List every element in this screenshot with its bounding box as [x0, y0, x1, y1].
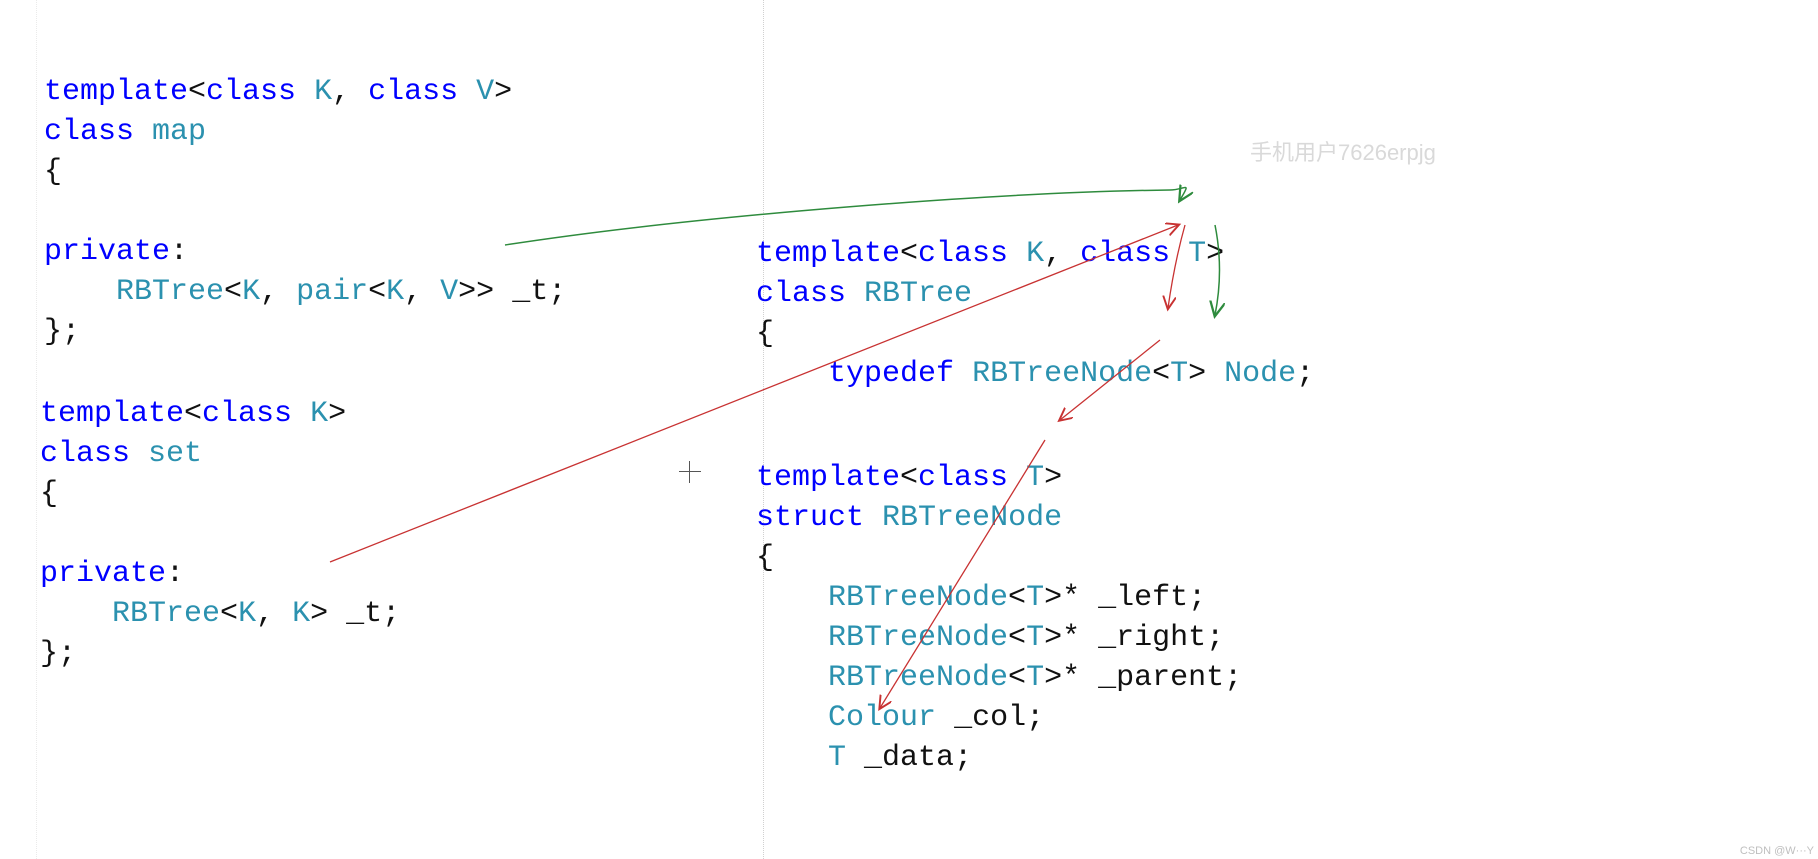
code-map-block: template<class K, class V> class map { p… — [44, 32, 566, 352]
watermark-top: 手机用户7626erpjg — [1250, 135, 1436, 167]
kw-template: template — [44, 75, 188, 109]
crosshair-cursor-icon — [679, 461, 701, 483]
code-rbtreenode-block: template<class T> struct RBTreeNode { RB… — [756, 418, 1242, 778]
code-set-block: template<class K> class set { private: R… — [40, 354, 400, 674]
code-rbtree-block: template<class K, class T> class RBTree … — [756, 194, 1314, 394]
guide-line-left — [36, 0, 37, 859]
watermark-bottom: CSDN @W···Y — [1740, 845, 1814, 857]
